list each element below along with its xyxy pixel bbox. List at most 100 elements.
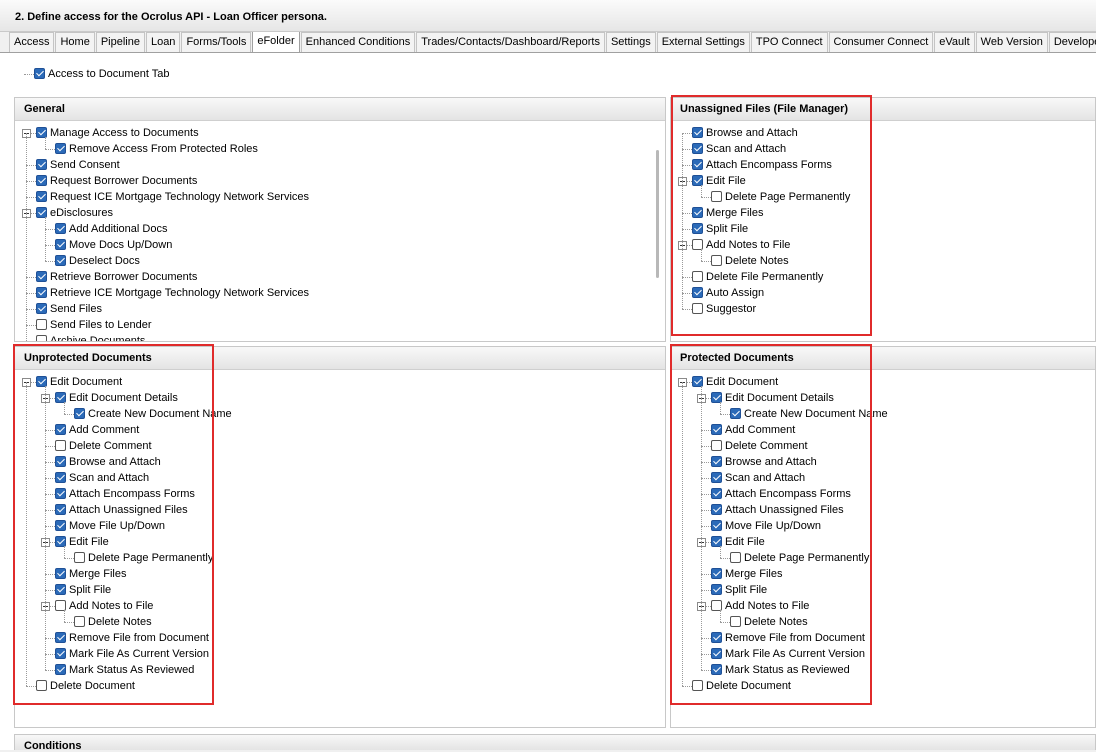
checkbox[interactable] <box>36 375 47 387</box>
tab-loan[interactable]: Loan <box>145 32 181 52</box>
tree-item-merge-files[interactable]: Merge Files <box>711 566 782 582</box>
checkbox[interactable] <box>692 174 703 186</box>
tree-item-retrieve-ice-mortgage-technology-network-services[interactable]: Retrieve ICE Mortgage Technology Network… <box>36 285 309 301</box>
tree-item-remove-file-from-document[interactable]: Remove File from Document <box>55 630 209 646</box>
tree-item-browse-and-attach[interactable]: Browse and Attach <box>692 125 798 141</box>
tree-item-mark-status-as-reviewed[interactable]: Mark Status as Reviewed <box>711 662 850 678</box>
checkbox[interactable] <box>55 567 66 579</box>
tree-item-delete-file-permanently[interactable]: Delete File Permanently <box>692 269 823 285</box>
checkbox[interactable] <box>55 455 66 467</box>
checkbox[interactable] <box>711 503 722 515</box>
checkbox[interactable] <box>36 174 47 186</box>
checkbox[interactable] <box>730 615 741 627</box>
tree-item-move-docs-up-down[interactable]: Move Docs Up/Down <box>55 237 172 253</box>
tree-item-edisclosures[interactable]: eDisclosures <box>36 205 113 221</box>
checkbox[interactable] <box>36 286 47 298</box>
tree-item-remove-file-from-document[interactable]: Remove File from Document <box>711 630 865 646</box>
checkbox[interactable] <box>692 126 703 138</box>
tree-item-add-comment[interactable]: Add Comment <box>55 422 139 438</box>
tree-item-create-new-document-name[interactable]: Create New Document Name <box>74 406 232 422</box>
scrollbar[interactable] <box>656 150 659 278</box>
tab-access[interactable]: Access <box>9 32 55 52</box>
tree-item-scan-and-attach[interactable]: Scan and Attach <box>711 470 805 486</box>
checkbox[interactable] <box>36 679 47 691</box>
tree-item-delete-comment[interactable]: Delete Comment <box>55 438 152 454</box>
checkbox[interactable] <box>692 142 703 154</box>
checkbox[interactable] <box>36 302 47 314</box>
tree-item-add-additional-docs[interactable]: Add Additional Docs <box>55 221 167 237</box>
checkbox[interactable] <box>692 222 703 234</box>
tab-home[interactable]: Home <box>55 32 95 52</box>
tree-item-retrieve-borrower-documents[interactable]: Retrieve Borrower Documents <box>36 269 197 285</box>
checkbox[interactable] <box>711 583 722 595</box>
checkbox[interactable] <box>55 423 66 435</box>
checkbox[interactable] <box>711 647 722 659</box>
tree-item-move-file-up-down[interactable]: Move File Up/Down <box>711 518 821 534</box>
checkbox[interactable] <box>711 471 722 483</box>
checkbox[interactable] <box>711 487 722 499</box>
checkbox[interactable] <box>692 286 703 298</box>
checkbox[interactable] <box>55 631 66 643</box>
tree-item-manage-access-to-documents[interactable]: Manage Access to Documents <box>36 125 199 141</box>
tree-item-merge-files[interactable]: Merge Files <box>692 205 763 221</box>
tree-item-add-comment[interactable]: Add Comment <box>711 422 795 438</box>
tree-item-add-notes-to-file[interactable]: Add Notes to File <box>55 598 153 614</box>
checkbox[interactable] <box>692 375 703 387</box>
checkbox[interactable] <box>36 270 47 282</box>
checkbox[interactable] <box>55 238 66 250</box>
checkbox[interactable] <box>36 318 47 330</box>
tab-evault[interactable]: eVault <box>934 32 975 52</box>
checkbox[interactable] <box>55 647 66 659</box>
checkbox[interactable] <box>711 663 722 675</box>
tree-item-scan-and-attach[interactable]: Scan and Attach <box>55 470 149 486</box>
checkbox[interactable] <box>55 254 66 266</box>
tree-item-archive-documents[interactable]: Archive Documents <box>36 333 145 341</box>
tree-item-send-files[interactable]: Send Files <box>36 301 102 317</box>
tree-item-create-new-document-name[interactable]: Create New Document Name <box>730 406 888 422</box>
tree-item-mark-file-as-current-version[interactable]: Mark File As Current Version <box>711 646 865 662</box>
tree-item-delete-document[interactable]: Delete Document <box>692 678 791 694</box>
tab-consumer-connect[interactable]: Consumer Connect <box>828 32 934 52</box>
checkbox[interactable] <box>711 439 722 451</box>
tree-item-delete-page-permanently[interactable]: Delete Page Permanently <box>711 189 850 205</box>
tree-item-delete-page-permanently[interactable]: Delete Page Permanently <box>730 550 869 566</box>
checkbox[interactable] <box>74 551 85 563</box>
checkbox[interactable] <box>711 190 722 202</box>
checkbox[interactable] <box>55 519 66 531</box>
tree-item-delete-page-permanently[interactable]: Delete Page Permanently <box>74 550 213 566</box>
tree-item-remove-access-from-protected-roles[interactable]: Remove Access From Protected Roles <box>55 141 258 157</box>
checkbox[interactable] <box>711 254 722 266</box>
checkbox[interactable] <box>55 535 66 547</box>
tree-item-delete-notes[interactable]: Delete Notes <box>730 614 808 630</box>
tree-item-edit-document[interactable]: Edit Document <box>692 374 778 390</box>
checkbox[interactable] <box>711 391 722 403</box>
tree-item-delete-document[interactable]: Delete Document <box>36 678 135 694</box>
tree-item-request-borrower-documents[interactable]: Request Borrower Documents <box>36 173 197 189</box>
checkbox[interactable] <box>36 126 47 138</box>
tab-enhanced-conditions[interactable]: Enhanced Conditions <box>300 32 416 52</box>
checkbox[interactable] <box>711 535 722 547</box>
checkbox[interactable] <box>55 599 66 611</box>
tree-item-add-notes-to-file[interactable]: Add Notes to File <box>692 237 790 253</box>
checkbox[interactable] <box>55 439 66 451</box>
tree-item-attach-unassigned-files[interactable]: Attach Unassigned Files <box>711 502 844 518</box>
checkbox[interactable] <box>55 142 66 154</box>
tree-item-delete-notes[interactable]: Delete Notes <box>711 253 789 269</box>
checkbox[interactable] <box>36 206 47 218</box>
tab-tpo-connect[interactable]: TPO Connect <box>750 32 828 52</box>
checkbox[interactable] <box>55 391 66 403</box>
tree-item-auto-assign[interactable]: Auto Assign <box>692 285 764 301</box>
tab-forms-tools[interactable]: Forms/Tools <box>181 32 252 52</box>
checkbox[interactable] <box>692 679 703 691</box>
tree-item-attach-encompass-forms[interactable]: Attach Encompass Forms <box>711 486 851 502</box>
tree-item-mark-status-as-reviewed[interactable]: Mark Status As Reviewed <box>55 662 194 678</box>
checkbox[interactable] <box>692 302 703 314</box>
checkbox[interactable] <box>36 158 47 170</box>
checkbox[interactable] <box>55 503 66 515</box>
tree-item-delete-notes[interactable]: Delete Notes <box>74 614 152 630</box>
checkbox[interactable] <box>711 519 722 531</box>
tree-item-split-file[interactable]: Split File <box>55 582 111 598</box>
tree-item-scan-and-attach[interactable]: Scan and Attach <box>692 141 786 157</box>
tab-settings[interactable]: Settings <box>605 32 656 52</box>
checkbox[interactable] <box>692 206 703 218</box>
